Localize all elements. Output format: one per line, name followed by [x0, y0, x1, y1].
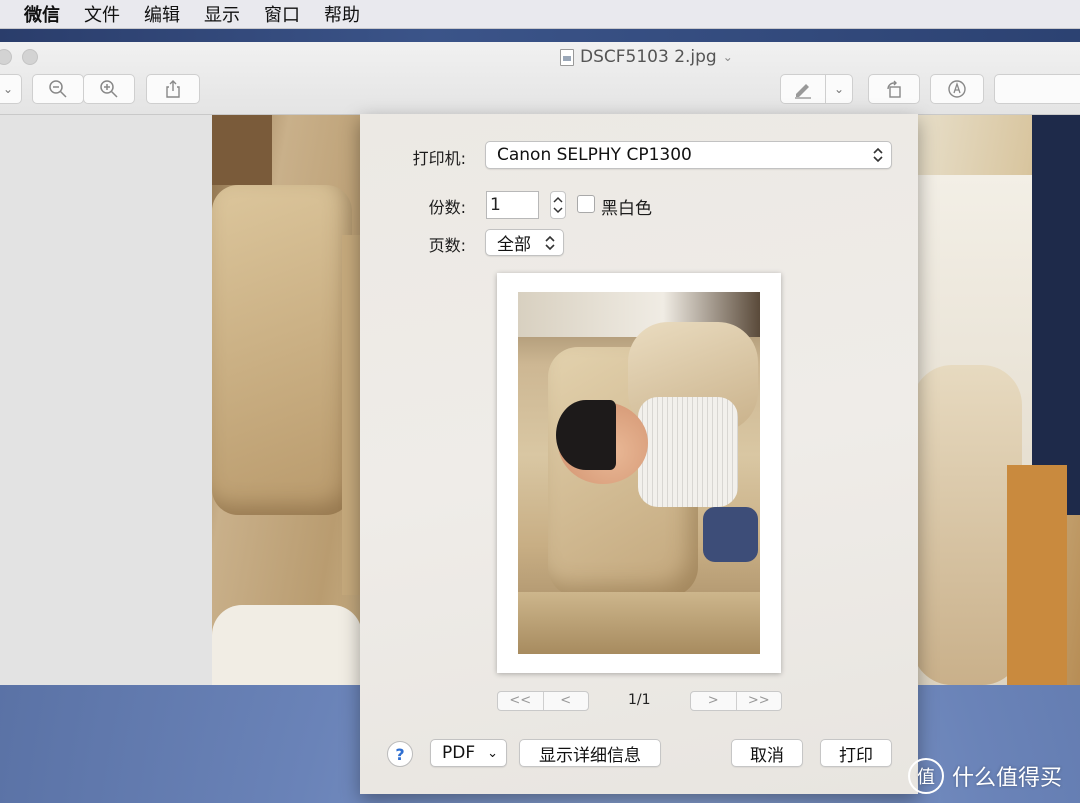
- show-details-button[interactable]: 显示详细信息: [519, 739, 661, 767]
- markup-menu-button[interactable]: ⌄: [825, 74, 853, 104]
- pages-value: 全部: [497, 235, 531, 255]
- print-preview-page: [497, 273, 781, 673]
- photo-detail: [212, 115, 272, 185]
- next-page-button[interactable]: >: [691, 692, 736, 710]
- printer-select[interactable]: Canon SELPHY CP1300: [485, 141, 892, 169]
- window-title-text: DSCF5103 2.jpg: [580, 47, 717, 67]
- updown-arrows-icon: [545, 235, 555, 250]
- share-button[interactable]: [146, 74, 200, 104]
- window-minimize-button[interactable]: [22, 49, 38, 65]
- desktop-strip: [0, 28, 1080, 42]
- updown-arrows-icon: [553, 196, 563, 214]
- menu-item-edit[interactable]: 编辑: [144, 1, 180, 27]
- preview-nav-forward: > >>: [690, 691, 782, 711]
- window-close-button[interactable]: [0, 49, 12, 65]
- markup-circle-icon: [948, 80, 966, 98]
- menu-item-window[interactable]: 窗口: [264, 1, 300, 27]
- copies-input[interactable]: 1: [486, 191, 539, 219]
- black-white-label: 黑白色: [601, 199, 652, 219]
- photo-detail: [518, 592, 760, 654]
- copies-stepper[interactable]: [550, 191, 566, 219]
- printer-label: 打印机:: [412, 149, 466, 168]
- sidebar-toggle-button[interactable]: ⌄: [0, 74, 22, 104]
- rotate-button[interactable]: [868, 74, 920, 104]
- menu-item-file[interactable]: 文件: [84, 1, 120, 27]
- watermark-text: 什么值得买: [952, 766, 1063, 791]
- markup-button[interactable]: [780, 74, 826, 104]
- photo-detail: [912, 365, 1022, 685]
- menu-item-help[interactable]: 帮助: [324, 1, 360, 27]
- window-toolbar: DSCF5103 2.jpg ⌄ ⌄ ⌄: [0, 42, 1080, 115]
- zoom-in-icon: [100, 80, 118, 98]
- photo-detail: [703, 507, 758, 562]
- photo-detail: [556, 400, 616, 470]
- preview-nav-back: << <: [497, 691, 589, 711]
- watermark-badge: 值: [908, 758, 944, 794]
- previous-page-button[interactable]: <: [542, 692, 589, 710]
- search-field[interactable]: [994, 74, 1080, 104]
- black-white-checkbox[interactable]: [577, 195, 595, 213]
- pdf-label: PDF: [442, 743, 476, 763]
- chevron-down-icon: ⌄: [722, 50, 733, 64]
- print-preview-image: [518, 292, 760, 654]
- chevron-down-icon: ⌄: [487, 745, 498, 761]
- print-button[interactable]: 打印: [820, 739, 892, 767]
- help-button[interactable]: ?: [387, 741, 413, 767]
- copies-label: 份数:: [428, 198, 466, 217]
- rotate-icon: [887, 80, 901, 98]
- first-page-button[interactable]: <<: [498, 692, 543, 710]
- menu-app-name[interactable]: 微信: [24, 1, 60, 27]
- cancel-button[interactable]: 取消: [731, 739, 803, 767]
- photo-detail: [638, 397, 738, 507]
- pdf-menu-button[interactable]: PDF ⌄: [430, 739, 507, 767]
- photo-detail: [1032, 115, 1080, 515]
- photo-detail: [1007, 465, 1067, 685]
- pen-icon: [795, 84, 811, 99]
- menu-item-view[interactable]: 显示: [204, 1, 240, 27]
- page-indicator: 1/1: [628, 692, 651, 708]
- annotate-button[interactable]: [930, 74, 984, 104]
- print-dialog: 打印机: Canon SELPHY CP1300 份数: 1 黑白色 页数: 全…: [360, 114, 918, 794]
- menu-bar: 微信 文件 编辑 显示 窗口 帮助: [0, 0, 1080, 29]
- zoom-in-button[interactable]: [83, 74, 135, 104]
- pages-label: 页数:: [428, 236, 466, 255]
- window-title[interactable]: DSCF5103 2.jpg ⌄: [560, 47, 733, 67]
- last-page-button[interactable]: >>: [735, 692, 782, 710]
- pages-select[interactable]: 全部: [485, 229, 564, 256]
- document-icon: [560, 48, 574, 66]
- chevron-down-icon: ⌄: [833, 82, 845, 96]
- printer-value: Canon SELPHY CP1300: [497, 145, 692, 165]
- chevron-down-icon: ⌄: [2, 82, 14, 96]
- zoom-out-icon: [49, 80, 67, 98]
- zoom-out-button[interactable]: [32, 74, 84, 104]
- photo-detail: [212, 605, 362, 685]
- updown-arrows-icon: [873, 147, 883, 163]
- share-icon: [166, 80, 180, 98]
- photo-detail: [212, 185, 352, 515]
- watermark: 值 什么值得买: [908, 758, 1062, 794]
